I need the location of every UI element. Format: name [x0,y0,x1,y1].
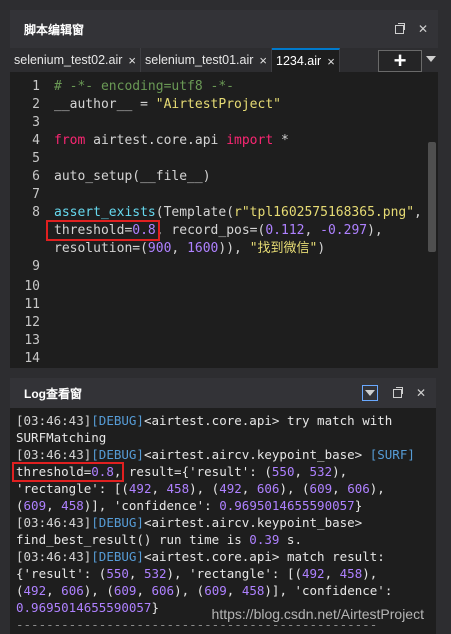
restore-icon[interactable] [394,22,405,34]
code-line: resolution=(900, 1600)), "找到微信") [54,241,326,256]
line-number: 10 [24,279,40,294]
line-number [10,240,40,258]
log-line: [03:46:43][DEBUG]<airtest.aircv.keypoint… [16,515,363,530]
log-line: (492, 606), (609, 606), (609, 458)], 'co… [16,583,393,598]
log-line: [03:46:43][DEBUG]<airtest.core.api> try … [16,413,393,428]
line-number: 12 [24,315,40,330]
log-header: Log查看窗 ✕ [10,378,436,408]
code-editor[interactable]: 1 # -*- encoding=utf8 -*- 2 __author__ =… [10,72,438,368]
new-script-button[interactable]: + [378,50,422,72]
plus-icon: + [393,48,407,73]
tab-label: selenium_test01.air [145,53,254,67]
log-line: 0.9695014655590057} [16,600,159,615]
line-number: 8 [32,205,40,220]
line-number: 5 [32,151,40,166]
code-line: from airtest.core.api import * [54,133,289,148]
line-number: 9 [32,259,40,274]
tab-label: selenium_test02.air [14,53,123,67]
tab-selenium-test01[interactable]: selenium_test01.air × [141,48,272,72]
line-number: 4 [32,133,40,148]
watermark: https://blog.csdn.net/AirtestProject [211,606,424,622]
line-number: 7 [32,187,40,202]
log-line: 'rectangle': [(492, 458), (492, 606), (6… [16,481,385,496]
script-editor-panel: 脚本编辑窗 ✕ selenium_test02.air × selenium_t… [10,10,438,368]
line-number: 2 [32,97,40,112]
close-icon[interactable]: ✕ [416,386,426,400]
log-line: find_best_result() run time is 0.39 s. [16,532,302,547]
tab-close-icon[interactable]: × [327,54,335,69]
code-line: auto_setup(__file__) [54,169,211,184]
restore-icon[interactable] [392,386,403,398]
threshold-highlight-box [46,220,160,241]
log-title: Log查看窗 [24,386,82,401]
log-panel: Log查看窗 ✕ [03:46:43][DEBUG]<airtest.core.… [10,378,436,634]
code-line: __author__ = "AirtestProject" [54,97,281,112]
log-output[interactable]: [03:46:43][DEBUG]<airtest.core.api> try … [10,408,436,634]
editor-tabbar: selenium_test02.air × selenium_test01.ai… [10,48,438,72]
editor-scrollbar[interactable] [428,142,436,252]
editor-header: 脚本编辑窗 ✕ [10,10,438,48]
threshold-highlight-box [12,462,124,482]
editor-title: 脚本编辑窗 [24,22,85,37]
line-number: 1 [32,79,40,94]
tab-selenium-test02[interactable]: selenium_test02.air × [10,48,141,72]
line-number [10,222,40,240]
tab-close-icon[interactable]: × [259,53,267,68]
log-line: {'result': (550, 532), 'rectangle': [(49… [16,566,378,581]
code-line: # -*- encoding=utf8 -*- [54,79,235,94]
tab-close-icon[interactable]: × [128,53,136,68]
line-number: 11 [24,297,40,312]
line-number: 6 [32,169,40,184]
close-icon[interactable]: ✕ [418,22,428,36]
tab-label: 1234.air [276,54,322,68]
log-line: [03:46:43][DEBUG]<airtest.aircv.keypoint… [16,447,415,462]
log-line: SURFMatching [16,430,107,445]
line-number: 3 [32,115,40,130]
log-line: (609, 458)], 'confidence': 0.96950146555… [16,498,363,513]
line-number: 14 [24,351,40,366]
line-number: 13 [24,333,40,348]
chevron-down-icon[interactable] [426,56,436,62]
log-line: [03:46:43][DEBUG]<airtest.core.api> matc… [16,549,385,564]
filter-icon[interactable] [362,385,378,401]
tab-1234[interactable]: 1234.air × [272,48,340,72]
